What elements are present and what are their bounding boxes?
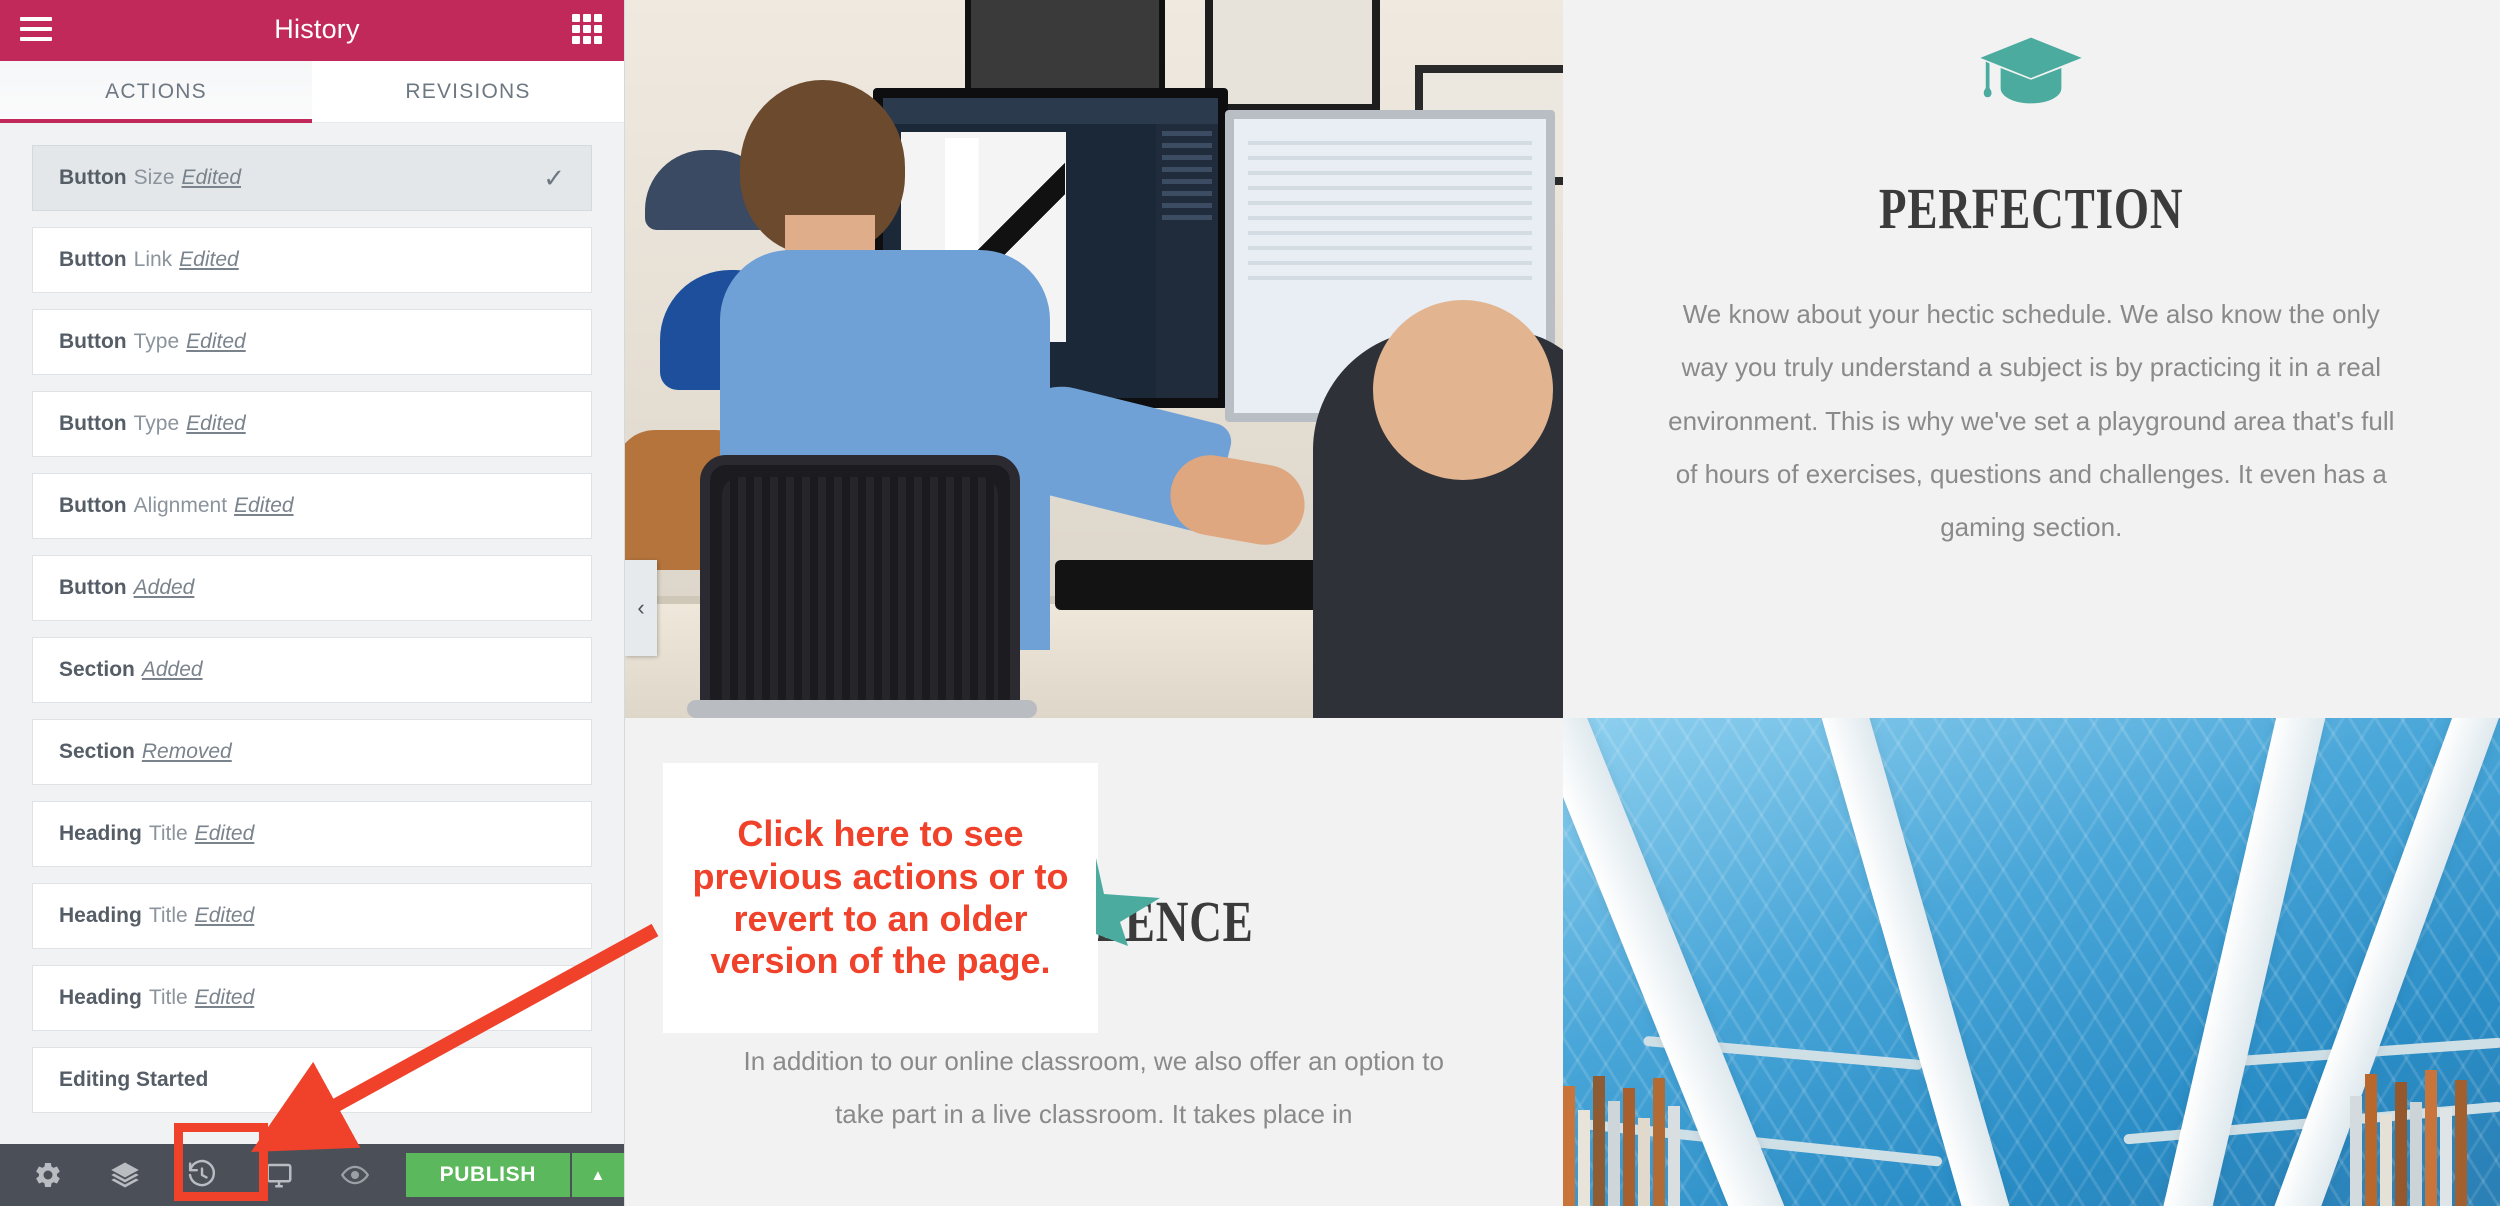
- history-item-action: Added: [133, 576, 195, 599]
- history-item[interactable]: Button Alignment Edited: [32, 473, 592, 539]
- section-perfection: PERFECTION We know about your hectic sch…: [1562, 0, 2500, 718]
- hamburger-icon[interactable]: [20, 17, 52, 41]
- history-item[interactable]: Heading Title Edited: [32, 883, 592, 949]
- history-item-element: Button: [59, 576, 127, 599]
- history-item-element: Heading: [59, 904, 142, 927]
- history-item-property: Title: [148, 822, 188, 845]
- keyboard: [1055, 560, 1325, 610]
- history-item-property: Type: [133, 412, 180, 435]
- graduation-cap-icon: [1977, 34, 2085, 117]
- tab-revisions[interactable]: REVISIONS: [312, 61, 624, 122]
- history-item[interactable]: Editing Started: [32, 1047, 592, 1113]
- second-person-head: [1372, 300, 1553, 480]
- history-item-action: Edited: [186, 330, 246, 353]
- panel-title: History: [274, 13, 360, 44]
- history-item[interactable]: Section Removed: [32, 719, 592, 785]
- history-panel: History ACTIONS REVISIONS Button Size Edit…: [0, 0, 625, 1206]
- history-item-property: Size: [133, 166, 175, 189]
- history-item-check-icon: ✓: [543, 163, 565, 193]
- office-photo: [625, 0, 1563, 718]
- history-item-property: Title: [148, 986, 188, 1009]
- history-item[interactable]: Heading Title Edited: [32, 965, 592, 1031]
- history-item-element: Button: [59, 248, 127, 271]
- history-item-property: Type: [133, 330, 180, 353]
- history-item-element: Section: [59, 658, 135, 681]
- preview-eye-icon[interactable]: [317, 1144, 394, 1206]
- perfection-body: We know about your hectic schedule. We a…: [1668, 299, 2395, 543]
- history-item-action: Edited: [181, 166, 242, 189]
- history-item-element: Editing Started: [59, 1068, 209, 1091]
- history-item[interactable]: Heading Title Edited: [32, 801, 592, 867]
- history-button-highlight: [174, 1123, 268, 1201]
- annotation-callout: Click here to see previous actions or to…: [663, 763, 1098, 1033]
- history-item[interactable]: Button Type Edited: [32, 309, 592, 375]
- history-item-element: Heading: [59, 822, 142, 845]
- perfection-heading: PERFECTION: [1879, 176, 2184, 241]
- person-hand: [1164, 448, 1311, 552]
- history-item-action: Edited: [179, 248, 239, 271]
- elementor-editor-screen: History ACTIONS REVISIONS Button Size Edit…: [0, 0, 2500, 1206]
- tab-actions[interactable]: ACTIONS: [0, 61, 312, 123]
- publish-group: PUBLISH ▲: [405, 1153, 624, 1197]
- history-item-action: Added: [141, 658, 203, 681]
- history-item-action: Edited: [194, 904, 255, 927]
- history-item-property: Link: [133, 248, 173, 271]
- history-item-action: Edited: [194, 986, 255, 1009]
- history-item-element: Heading: [59, 986, 142, 1009]
- teal-star-pointer: [1096, 858, 1160, 946]
- excellence-body: In addition to our online classroom, we …: [743, 1046, 1444, 1130]
- history-item-action: Edited: [194, 822, 255, 845]
- panel-tabs: ACTIONS REVISIONS: [0, 61, 624, 123]
- history-item[interactable]: Button Size Edited ✓: [32, 145, 592, 211]
- annotation-text: Click here to see previous actions or to…: [692, 813, 1069, 982]
- wall-art-2: [1205, 0, 1380, 112]
- editor-bottom-toolbar: PUBLISH ▲: [0, 1144, 624, 1206]
- publish-button[interactable]: PUBLISH: [405, 1153, 570, 1197]
- apps-grid-icon[interactable]: [572, 14, 602, 44]
- history-item-action: Edited: [234, 494, 294, 517]
- history-item-element: Button: [59, 330, 127, 353]
- history-item[interactable]: Button Added: [32, 555, 592, 621]
- history-item[interactable]: Section Added: [32, 637, 592, 703]
- history-item-property: Alignment: [133, 494, 228, 517]
- office-chair: [700, 455, 1020, 718]
- history-item-element: Button: [59, 166, 127, 189]
- history-item-property: Title: [148, 904, 188, 927]
- history-item[interactable]: Button Type Edited: [32, 391, 592, 457]
- library-scene: [1562, 718, 2500, 1206]
- chair-base: [687, 700, 1037, 718]
- history-item-element: Button: [59, 494, 127, 517]
- history-item-action: Edited: [186, 412, 246, 435]
- history-item-element: Section: [59, 740, 135, 763]
- office-scene: [625, 0, 1563, 718]
- history-item[interactable]: Button Link Edited: [32, 227, 592, 293]
- history-item-element: Button: [59, 412, 127, 435]
- history-item-action: Removed: [141, 740, 232, 763]
- bookshelves: [1562, 1056, 2500, 1206]
- panel-header: History: [0, 0, 624, 58]
- layers-icon[interactable]: [87, 1144, 164, 1206]
- settings-gear-icon[interactable]: [10, 1144, 87, 1206]
- publish-dropdown-arrow[interactable]: ▲: [569, 1153, 624, 1197]
- history-list[interactable]: Button Size Edited ✓ Button Link Edited Button T…: [0, 123, 624, 1144]
- panel-collapse-handle[interactable]: ‹: [625, 560, 657, 656]
- library-photo: [1562, 718, 2500, 1206]
